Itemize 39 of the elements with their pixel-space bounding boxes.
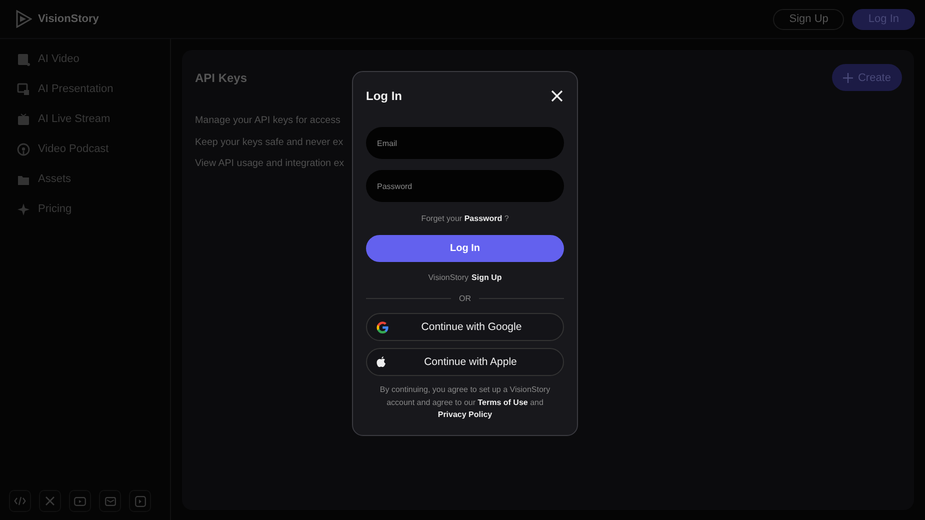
terms-link[interactable]: Terms of Use [478,398,528,406]
social-button[interactable] [99,490,121,512]
code-icon [14,496,26,506]
plus-icon [842,72,853,82]
apple-button[interactable]: Continue with Apple [366,348,564,376]
divider-label: OR [459,294,471,303]
description-text: Manage your API keys for access [195,115,340,128]
signup-link[interactable]: Sign Up [472,273,502,282]
password-field[interactable]: Password [366,170,564,202]
signup-button[interactable]: Sign Up [773,8,844,30]
signup-prompt: VisionStory [428,273,469,282]
dialog-title: Log In [366,89,402,103]
terms-text: By continuing, you agree to set up a VisionStory account and agree to our Terms of Use and Privacy Policy [378,384,552,421]
email-field[interactable]: Email [366,127,564,159]
tv-icon [17,112,30,126]
logo-icon [16,10,32,28]
privacy-link[interactable]: Privacy Policy [438,410,492,419]
social-button[interactable] [69,490,91,512]
forgot-password-text: Forget your Password ? [420,214,510,223]
page-title: API Keys [195,70,248,84]
podcast-icon [17,142,30,156]
login-submit-button[interactable]: Log In [366,235,564,262]
google-button[interactable]: Continue with Google [366,313,564,341]
chat-icon [134,496,146,506]
social-button[interactable] [129,490,151,512]
close-button[interactable] [550,89,564,103]
google-icon [376,320,389,334]
social-button[interactable] [39,490,61,512]
play-icon [74,496,86,506]
video-icon [17,52,30,66]
presentation-icon [17,82,30,96]
description-text: Keep your keys safe and never ex [195,136,344,150]
sparkle-icon [17,202,30,216]
social-button[interactable] [9,490,31,512]
x-logo-icon [45,496,55,506]
description-text: View API usage and integration ex [195,158,344,171]
apple-icon [376,356,387,368]
mail-icon [104,496,116,506]
brand-name: VisionStory [38,13,99,25]
